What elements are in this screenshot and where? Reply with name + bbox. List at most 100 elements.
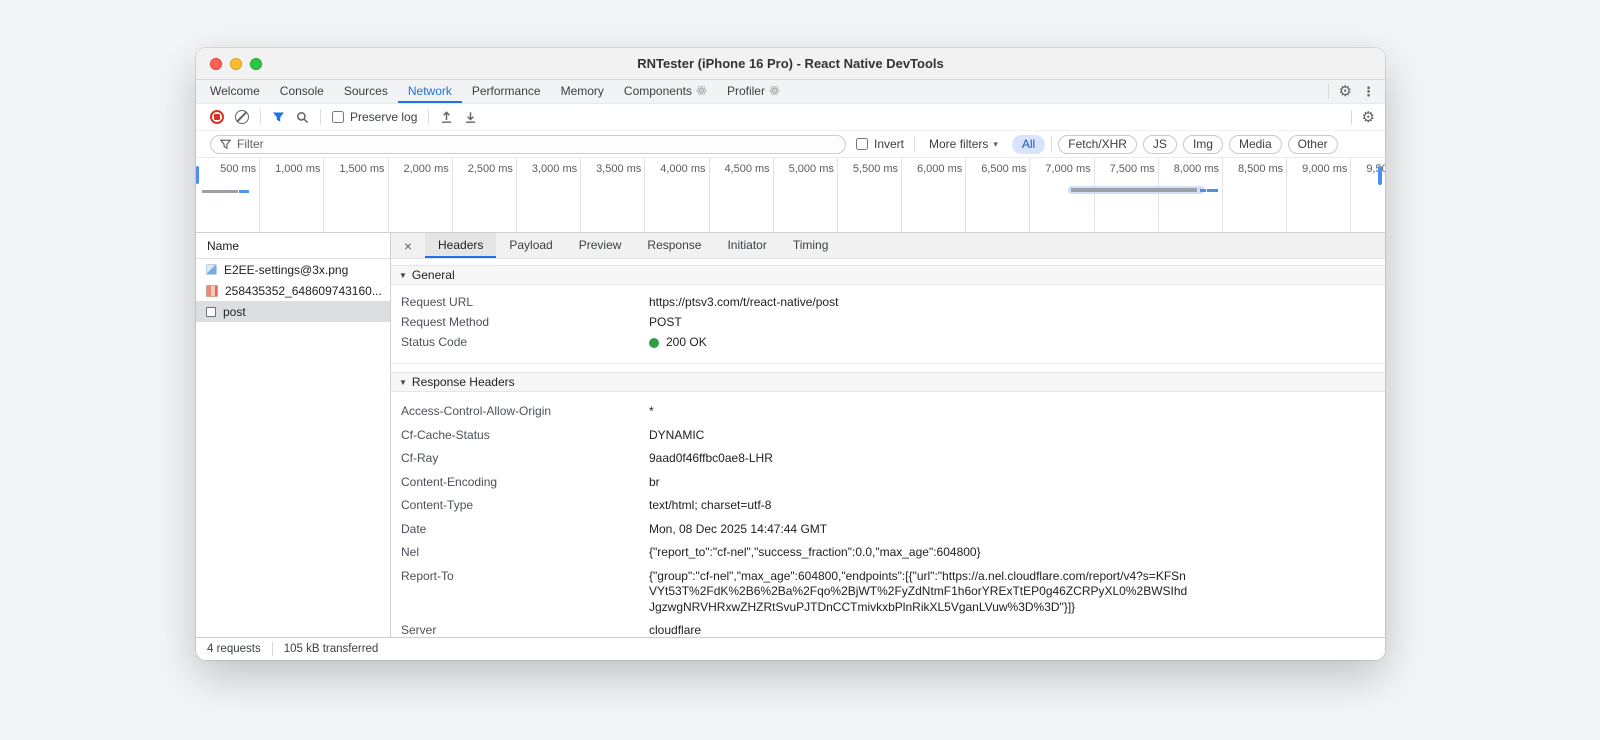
record-network-log-button[interactable] (210, 110, 224, 124)
filter-type-img[interactable]: Img (1182, 134, 1223, 154)
document-icon (206, 306, 216, 317)
import-har-icon[interactable] (440, 110, 453, 124)
timeline-tick: 4,500 ms (710, 158, 774, 232)
network-main-split: Name E2EE-settings@3x.png 258435352_64860… (196, 233, 1385, 637)
header-name: Date (401, 521, 427, 536)
filter-toggle-icon[interactable] (272, 111, 285, 124)
request-type-filters: All Fetch/XHR JS Img Media Other (1011, 134, 1338, 154)
header-row-cf-ray: Cf-Ray 9aad0f46ffbc0ae8-LHR (391, 447, 1385, 471)
overview-request-bar[interactable] (202, 190, 238, 193)
header-value: POST (649, 315, 682, 331)
timeline-tick: 2,500 ms (453, 158, 517, 232)
overview-request-bar[interactable] (1200, 189, 1206, 192)
tab-label: Console (279, 83, 324, 98)
devtools-window: RNTester (iPhone 16 Pro) - React Native … (196, 48, 1385, 660)
settings-gear-icon[interactable]: ⚙ (1339, 84, 1352, 99)
header-name: Cf-Ray (401, 451, 439, 466)
overview-right-handle[interactable] (1378, 166, 1382, 185)
divider (428, 109, 430, 125)
collapse-triangle-icon: ▼ (399, 377, 407, 387)
network-settings-gear-icon[interactable]: ⚙ (1362, 110, 1375, 125)
filter-type-js[interactable]: JS (1142, 134, 1177, 154)
header-value: * (649, 404, 654, 420)
tab-label: Network (407, 83, 452, 98)
header-row-access-control-allow-origin: Access-Control-Allow-Origin * (391, 400, 1385, 424)
tab-sources[interactable]: Sources (334, 80, 398, 103)
request-row-post[interactable]: post (196, 301, 390, 322)
detail-tab-initiator[interactable]: Initiator (714, 233, 779, 258)
detail-tab-timing[interactable]: Timing (780, 233, 842, 258)
collapse-triangle-icon: ▼ (399, 270, 407, 280)
header-name: Content-Encoding (401, 474, 498, 489)
header-value: {"group":"cf-nel","max_age":604800,"endp… (649, 569, 1192, 616)
tab-components[interactable]: Components (614, 80, 717, 103)
preserve-log-checkbox[interactable]: Preserve log (332, 110, 417, 124)
request-row-e2ee-settings-3x-png[interactable]: E2EE-settings@3x.png (196, 259, 390, 280)
request-row-258435352-6486097431[interactable]: 258435352_648609743160... (196, 280, 390, 301)
image-photo-icon (206, 284, 218, 297)
request-name: 258435352_648609743160... (225, 283, 382, 298)
request-count: 4 requests (207, 643, 261, 655)
header-value: DYNAMIC (649, 428, 704, 444)
header-name: Request URL (401, 295, 474, 310)
filter-type-other[interactable]: Other (1287, 134, 1338, 154)
header-value: 9aad0f46ffbc0ae8-LHR (649, 451, 773, 467)
section-header-response-headers[interactable]: ▼ Response Headers (391, 372, 1385, 393)
filter-type-fetch-xhr[interactable]: Fetch/XHR (1058, 134, 1137, 154)
more-filters-dropdown[interactable]: More filters ▾ (925, 137, 1002, 151)
tab-label: Performance (471, 83, 541, 98)
timeline-tick: 500 ms (196, 158, 261, 232)
export-har-icon[interactable] (464, 110, 477, 124)
detail-tab-payload[interactable]: Payload (496, 233, 565, 258)
detail-tab-response[interactable]: Response (634, 233, 714, 258)
detail-tab-preview[interactable]: Preview (566, 233, 635, 258)
timeline-tick: 4,000 ms (645, 158, 710, 232)
detail-tab-headers[interactable]: Headers (425, 233, 497, 258)
section-rows-general: Request URL https://ptsv3.com/t/react-nat… (391, 285, 1385, 359)
divider (1350, 109, 1352, 125)
checkbox-box[interactable] (332, 111, 344, 123)
filter-type-media[interactable]: Media (1228, 134, 1282, 154)
section-rows-response-headers: Access-Control-Allow-Origin * Cf-Cache-Sta… (391, 392, 1385, 637)
overview-left-handle[interactable] (196, 166, 199, 184)
tab-label: Sources (343, 83, 388, 98)
tab-label: Welcome (210, 83, 260, 98)
header-name: Access-Control-Allow-Origin (401, 404, 552, 419)
header-value-text: 200 OK (666, 335, 707, 350)
filter-funnel-icon (220, 139, 231, 150)
header-row-report-to: Report-To {"group":"cf-nel","max_age":604… (391, 565, 1385, 620)
timeline-tick: 3,500 ms (581, 158, 646, 232)
clear-network-log-button[interactable] (235, 110, 249, 124)
timeline-tick: 7,000 ms (1030, 158, 1095, 232)
close-detail-icon[interactable]: × (391, 233, 425, 258)
window-titlebar: RNTester (iPhone 16 Pro) - React Native … (196, 48, 1385, 80)
checkbox-box[interactable] (856, 138, 868, 150)
search-icon[interactable] (296, 111, 309, 124)
divider (1051, 136, 1053, 152)
overview-request-bar[interactable] (1207, 189, 1218, 192)
header-value-text: {"group":"cf-nel","max_age":604800,"endp… (649, 568, 1188, 614)
divider (320, 109, 321, 125)
network-overview-timeline[interactable]: 500 ms 1,000 ms 1,500 ms 2,000 ms 2,500 ms 3,… (196, 158, 1385, 233)
tab-welcome[interactable]: Welcome (200, 80, 270, 103)
filter-type-all[interactable]: All (1011, 134, 1046, 154)
header-value: br (649, 475, 660, 491)
filter-input[interactable] (237, 137, 836, 151)
header-value-text: POST (649, 315, 682, 330)
divider (260, 109, 261, 125)
divider (1327, 84, 1329, 99)
tab-network[interactable]: Network (397, 80, 462, 103)
header-value: text/html; charset=utf-8 (649, 498, 771, 514)
section-header-general[interactable]: ▼ General (391, 265, 1385, 285)
overview-request-bar[interactable] (1071, 188, 1197, 192)
header-name: Cf-Cache-Status (401, 427, 490, 442)
toolbar-right-controls: ⚙ (1350, 109, 1375, 125)
tab-memory[interactable]: Memory (551, 80, 614, 103)
kebab-menu-icon[interactable]: ⋮ (1362, 85, 1375, 98)
tab-console[interactable]: Console (270, 80, 334, 103)
tab-performance[interactable]: Performance (462, 80, 551, 103)
invert-checkbox[interactable]: Invert (856, 137, 904, 151)
tab-profiler[interactable]: Profiler (717, 80, 790, 103)
name-column-header[interactable]: Name (196, 233, 390, 259)
overview-request-bar[interactable] (239, 190, 249, 193)
